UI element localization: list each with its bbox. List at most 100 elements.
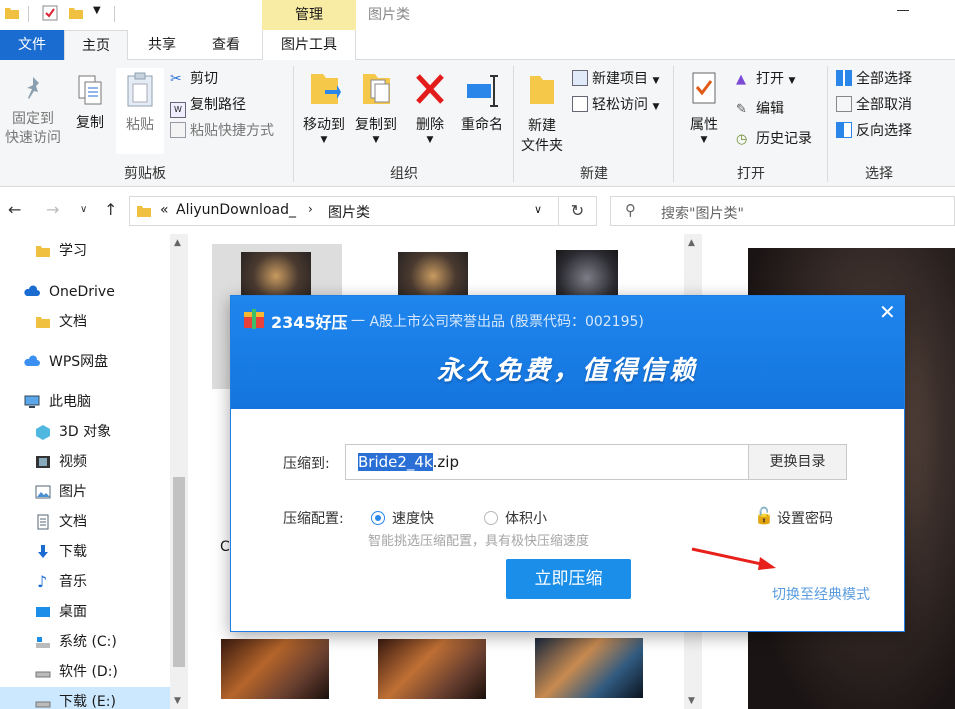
scroll-down-icon[interactable]: ▼ bbox=[174, 696, 181, 706]
nav-item-documents-onedrive[interactable]: 文档 bbox=[0, 307, 170, 337]
nav-item-wps-drive[interactable]: WPS网盘 bbox=[0, 347, 170, 377]
clipboard-group-label: 剪贴板 bbox=[124, 166, 166, 182]
nav-item-drive-c[interactable]: 系统 (C:) bbox=[0, 627, 170, 657]
picture-icon bbox=[35, 485, 51, 499]
new-folder-icon[interactable] bbox=[68, 5, 84, 21]
compress-config-label: 压缩配置: bbox=[283, 511, 344, 527]
new-item-icon bbox=[572, 70, 588, 86]
nav-item-music[interactable]: ♪ 音乐 bbox=[0, 567, 170, 597]
lock-icon[interactable]: 🔓 bbox=[754, 506, 774, 525]
invert-selection-button[interactable]: 反向选择 bbox=[836, 120, 912, 142]
nav-item-pictures[interactable]: 图片 bbox=[0, 477, 170, 507]
history-button[interactable]: ◷ 历史记录 bbox=[736, 128, 812, 150]
switch-classic-mode-link[interactable]: 切换至经典模式 bbox=[772, 584, 870, 604]
pin-icon bbox=[27, 77, 39, 99]
compress-now-button[interactable]: 立即压缩 bbox=[506, 559, 631, 599]
open-icon: ▲ bbox=[736, 72, 746, 87]
open-button[interactable]: ▲ 打开 ▼ bbox=[736, 68, 795, 90]
folder-icon bbox=[5, 8, 19, 19]
paste-shortcut-icon bbox=[170, 122, 186, 138]
nav-item-desktop[interactable]: 桌面 bbox=[0, 597, 170, 627]
computer-icon bbox=[24, 395, 40, 408]
tab-file[interactable]: 文件 bbox=[0, 30, 64, 60]
nav-scrollbar-thumb[interactable] bbox=[173, 477, 185, 667]
option-fast-label[interactable]: 速度快 bbox=[392, 508, 434, 528]
properties-button[interactable]: 属性 ▼ bbox=[680, 70, 728, 145]
breadcrumb-chevron-icon[interactable]: › bbox=[308, 202, 313, 216]
paste-shortcut-button[interactable]: 粘贴快捷方式 bbox=[170, 120, 274, 142]
nav-item-documents[interactable]: 文档 bbox=[0, 507, 170, 537]
delete-x-icon bbox=[416, 74, 444, 104]
breadcrumb-current[interactable]: 图片类 bbox=[328, 202, 370, 222]
paste-button[interactable]: 粘贴 bbox=[116, 68, 164, 154]
window-title: 图片类 bbox=[368, 7, 410, 23]
tab-home[interactable]: 主页 bbox=[64, 30, 128, 60]
forward-arrow-icon[interactable]: → bbox=[46, 200, 59, 219]
new-item-button[interactable]: 新建项目 ▼ bbox=[572, 68, 659, 90]
pin-quick-access-button[interactable]: 固定到 快速访问 bbox=[2, 74, 64, 148]
nav-scrollbar[interactable]: ▲ ▼ bbox=[170, 234, 188, 709]
copy-button[interactable]: 复制 bbox=[68, 74, 112, 133]
move-to-button[interactable]: 移动到 ▼ bbox=[298, 70, 350, 145]
rename-button[interactable]: 重命名 bbox=[456, 70, 508, 135]
cube-icon bbox=[36, 425, 50, 440]
search-input[interactable]: ⚲ 搜索"图片类" bbox=[610, 196, 955, 226]
up-arrow-icon[interactable]: ↑ bbox=[104, 200, 117, 219]
file-thumbnail[interactable] bbox=[535, 638, 643, 698]
address-row: ← → ∨ ↑ « AliyunDownload_ › 图片类 ∨ ↻ ⚲ 搜索… bbox=[0, 188, 955, 234]
nav-item-drive-e[interactable]: 下载 (E:) bbox=[0, 687, 170, 709]
copy-path-button[interactable]: W 复制路径 bbox=[170, 94, 246, 118]
change-directory-button[interactable]: 更换目录 bbox=[748, 444, 847, 480]
select-group-label: 选择 bbox=[865, 166, 893, 182]
minimize-icon[interactable] bbox=[897, 10, 909, 11]
address-dropdown-icon[interactable]: ∨ bbox=[534, 203, 542, 216]
dialog-subtitle: 一 A股上市公司荣誉出品 (股票代码：002195) bbox=[351, 314, 644, 330]
scroll-up-icon[interactable]: ▲ bbox=[174, 238, 181, 248]
file-thumbnail[interactable] bbox=[378, 639, 486, 699]
search-icon: ⚲ bbox=[625, 201, 636, 219]
scroll-up-icon[interactable]: ▲ bbox=[688, 238, 695, 248]
history-icon: ◷ bbox=[736, 132, 748, 147]
nav-item-downloads[interactable]: 下载 bbox=[0, 537, 170, 567]
cut-button[interactable]: ✂ 剪切 bbox=[170, 68, 218, 90]
nav-item-videos[interactable]: 视频 bbox=[0, 447, 170, 477]
open-group-label: 打开 bbox=[737, 166, 765, 182]
clipboard-icon bbox=[127, 72, 153, 107]
title-bar: ▼ 管理 图片类 bbox=[0, 0, 955, 30]
chevron-down-icon[interactable]: ▼ bbox=[93, 5, 101, 16]
delete-button[interactable]: 删除 ▼ bbox=[408, 70, 452, 145]
set-password-link[interactable]: 设置密码 bbox=[777, 508, 833, 528]
refresh-icon[interactable]: ↻ bbox=[559, 196, 597, 226]
scissors-icon: ✂ bbox=[170, 71, 182, 87]
compress-path-input[interactable]: Bride2_4k.zip bbox=[345, 444, 749, 480]
breadcrumb-aliyun[interactable]: AliyunDownload_ bbox=[176, 202, 296, 218]
manage-tab[interactable]: 管理 bbox=[262, 0, 356, 30]
tab-view[interactable]: 查看 bbox=[196, 30, 256, 60]
new-folder-button[interactable]: 新建 文件夹 bbox=[518, 70, 566, 156]
nav-item-study[interactable]: 学习 bbox=[0, 236, 170, 266]
nav-item-drive-d[interactable]: 软件 (D:) bbox=[0, 657, 170, 687]
scroll-down-icon[interactable]: ▼ bbox=[688, 696, 695, 706]
file-thumbnail[interactable] bbox=[221, 639, 329, 699]
select-none-button[interactable]: 全部取消 bbox=[836, 94, 912, 116]
nav-item-this-pc[interactable]: 此电脑 bbox=[0, 387, 170, 417]
close-icon[interactable]: ✕ bbox=[879, 300, 896, 324]
new-folder-large-icon bbox=[530, 76, 554, 104]
easy-access-button[interactable]: 轻松访问 ▼ bbox=[572, 94, 659, 116]
copy-to-button[interactable]: 复制到 ▼ bbox=[350, 70, 402, 145]
copy-icon bbox=[78, 75, 102, 105]
option-small-label[interactable]: 体积小 bbox=[505, 508, 547, 528]
nav-item-onedrive[interactable]: OneDrive bbox=[0, 277, 170, 307]
recent-chevron-icon[interactable]: ∨ bbox=[80, 204, 87, 215]
tab-share[interactable]: 共享 bbox=[132, 30, 192, 60]
back-arrow-icon[interactable]: ← bbox=[8, 200, 21, 219]
edit-button[interactable]: ✎ 编辑 bbox=[736, 98, 784, 120]
radio-fast[interactable] bbox=[371, 511, 385, 525]
properties-check-icon[interactable] bbox=[42, 5, 58, 21]
radio-small[interactable] bbox=[484, 511, 498, 525]
address-bar[interactable]: « AliyunDownload_ › 图片类 ∨ bbox=[129, 196, 559, 226]
config-hint: 智能挑选压缩配置，具有极快压缩速度 bbox=[368, 534, 590, 549]
nav-item-3d-objects[interactable]: 3D 对象 bbox=[0, 417, 170, 447]
select-all-button[interactable]: 全部选择 bbox=[836, 68, 912, 90]
tab-picture-tools[interactable]: 图片工具 bbox=[262, 30, 356, 60]
